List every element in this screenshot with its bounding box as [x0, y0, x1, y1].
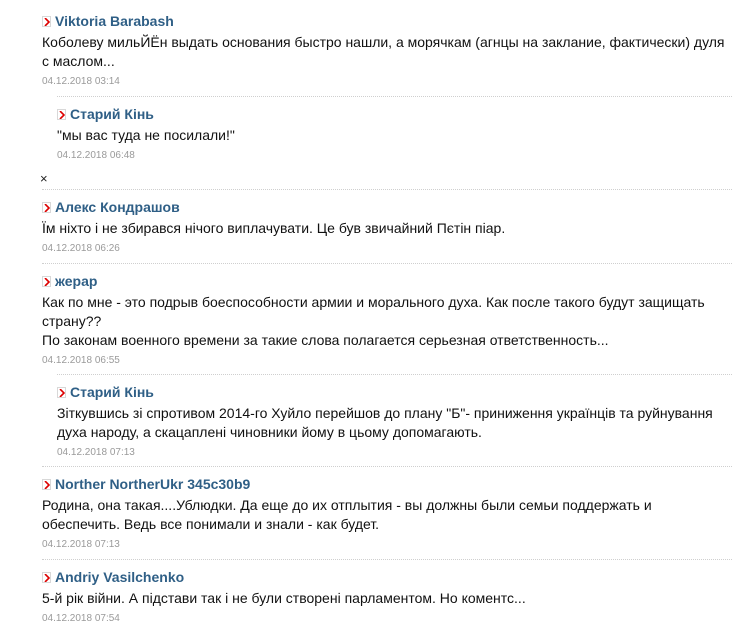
comment-author-link[interactable]: Алекс Кондрашов — [55, 199, 180, 215]
comment-item: Andriy Vasilchenko 5-й рік війни. А підс… — [42, 568, 732, 624]
comment-text-line2: По законам военного времени за такие сло… — [42, 332, 609, 348]
comment-reply-item: Старий Кінь "мы вас туда не посилали!" 0… — [57, 105, 732, 161]
comment-date: 04.12.2018 07:13 — [42, 539, 120, 550]
comment-date: 04.12.2018 06:26 — [42, 243, 120, 254]
comment-item: Norther NortherUkr 345c30b9 Родина, она … — [42, 475, 732, 550]
comment-author-link[interactable]: Старий Кінь — [70, 384, 154, 400]
reply-arrow-icon[interactable] — [57, 386, 66, 398]
comment-text: Коболеву мильЙЁн выдать основания быстро… — [42, 34, 725, 69]
comment-date: 04.12.2018 07:54 — [42, 613, 120, 624]
comment-author-link[interactable]: Старий Кінь — [70, 106, 154, 122]
reply-arrow-icon[interactable] — [57, 108, 66, 120]
comment-author-link[interactable]: Norther NortherUkr 345c30b9 — [55, 476, 250, 492]
divider — [42, 466, 732, 467]
comment-item: Алекс Кондрашов Їм ніхто і не збирався н… — [42, 198, 732, 254]
divider — [57, 96, 732, 97]
comment-date: 04.12.2018 03:14 — [42, 76, 120, 87]
comment-reply-item: Старий Кінь Зіткувшись зі спротивом 2014… — [57, 383, 732, 458]
comment-text: "мы вас туда не посилали!" — [57, 127, 235, 143]
close-icon[interactable]: × — [40, 171, 48, 186]
divider — [42, 189, 732, 190]
divider — [42, 559, 732, 560]
comment-text: Їм ніхто і не збирався нічого виплачуват… — [42, 220, 506, 236]
comment-author-link[interactable]: Andriy Vasilchenko — [55, 569, 184, 585]
comment-date: 04.12.2018 07:13 — [57, 447, 135, 458]
comment-author-link[interactable]: Viktoria Barabash — [55, 13, 174, 29]
comment-text: Зіткувшись зі спротивом 2014-го Хуйло пе… — [57, 405, 713, 440]
reply-arrow-icon[interactable] — [42, 571, 51, 583]
comment-date: 04.12.2018 06:55 — [42, 355, 120, 366]
comment-text: 5-й рік війни. А підстави так і не були … — [42, 590, 526, 606]
reply-arrow-icon[interactable] — [42, 478, 51, 490]
comments-list: Viktoria Barabash Коболеву мильЙЁн выдат… — [0, 0, 747, 626]
comment-text: Как по мне - это подрыв боеспособности а… — [42, 294, 705, 329]
reply-arrow-icon[interactable] — [42, 275, 51, 287]
divider — [57, 374, 732, 375]
comment-text: Родина, она такая....Ублюдки. Да еще до … — [42, 497, 652, 532]
reply-arrow-icon[interactable] — [42, 15, 51, 27]
comment-item: жерар Как по мне - это подрыв боеспособн… — [42, 272, 732, 366]
comment-author-link[interactable]: жерар — [55, 273, 97, 289]
divider — [42, 263, 732, 264]
reply-arrow-icon[interactable] — [42, 201, 51, 213]
comment-date: 04.12.2018 06:48 — [57, 150, 135, 161]
comment-item: Viktoria Barabash Коболеву мильЙЁн выдат… — [42, 12, 732, 87]
